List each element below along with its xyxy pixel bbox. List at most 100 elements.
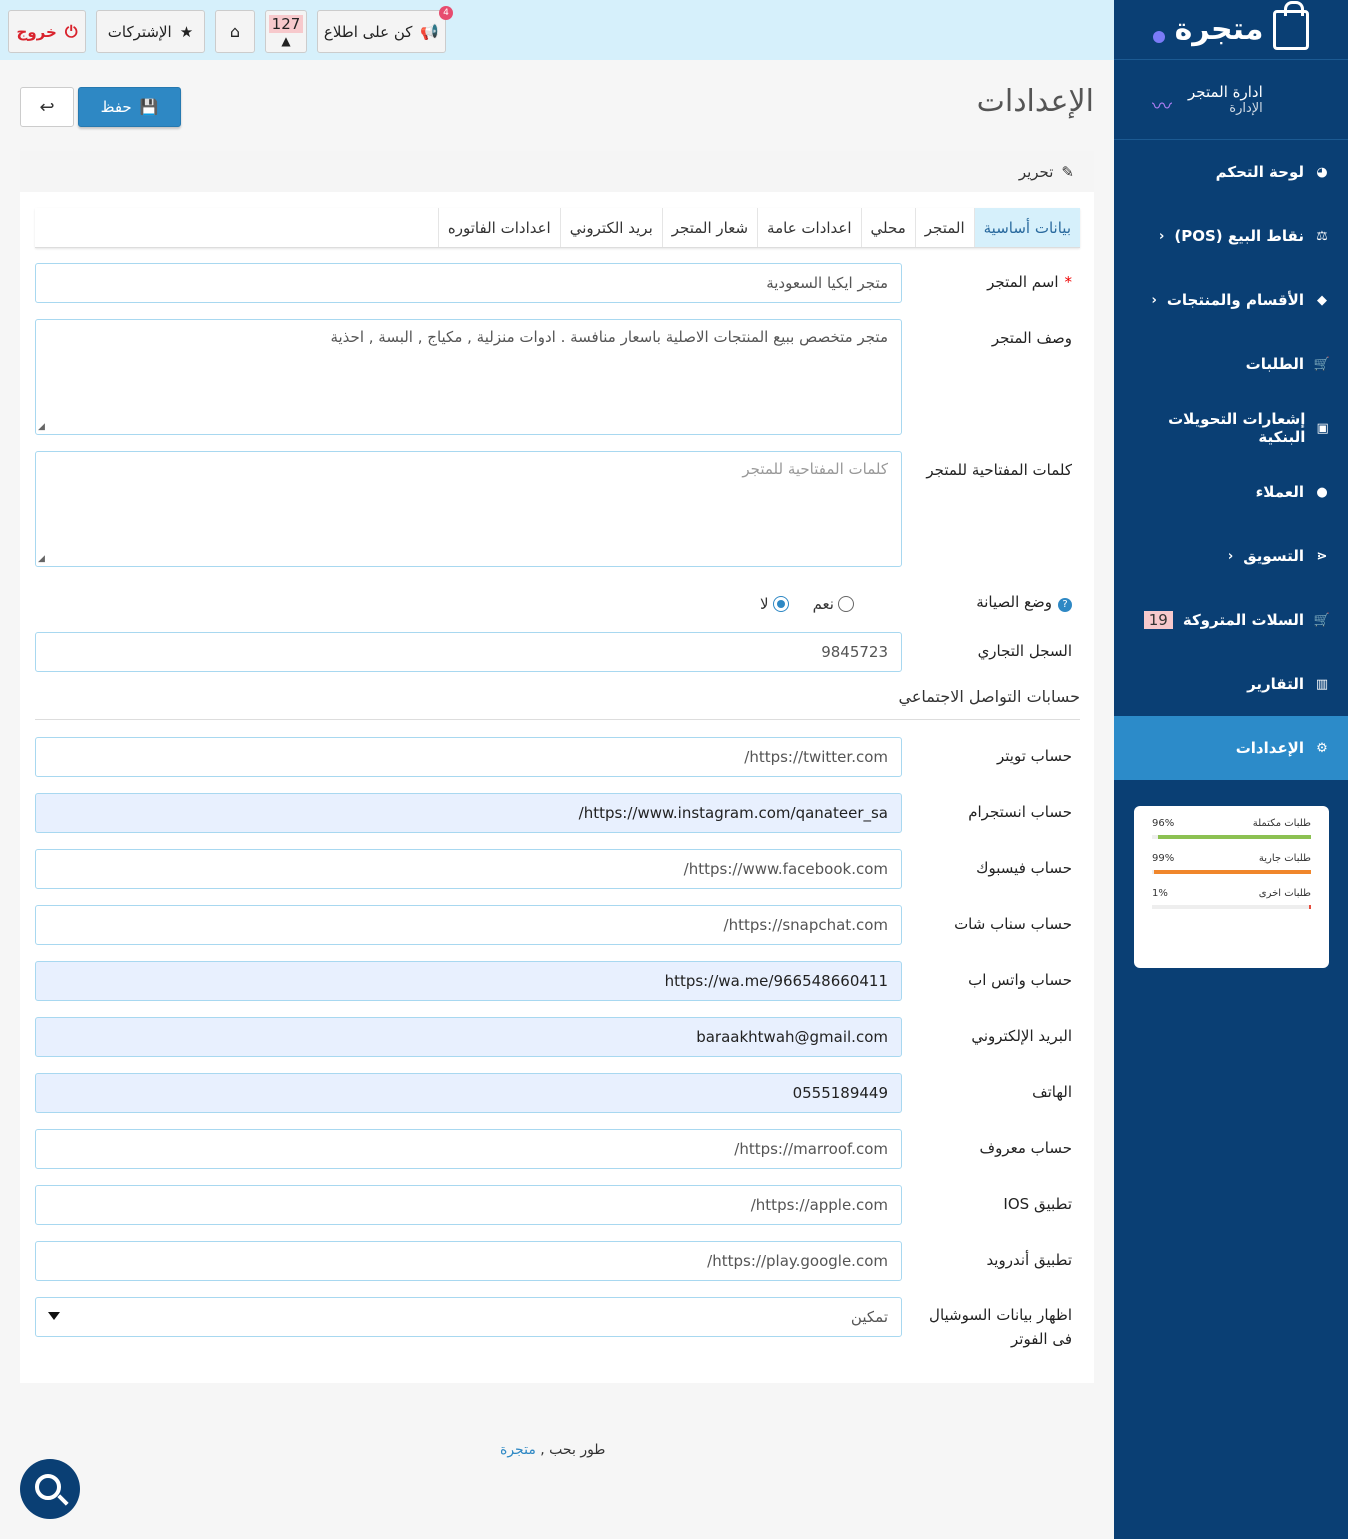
social-label: حساب تويتر bbox=[996, 747, 1072, 765]
balance-scale-icon: ⚖ bbox=[1316, 228, 1328, 244]
keywords-textarea[interactable]: كلمات المفتاحية للمتجر ◢ bbox=[35, 451, 902, 567]
store-desc-textarea[interactable]: متجر متخصص ببيع المنتجات الاصلية باسعار … bbox=[35, 319, 902, 435]
sidebar-item-4[interactable]: ▣ إشعارات التحويلات البنكية bbox=[1114, 396, 1348, 460]
order-stats: طلبات مكتملة 96% طلبات جارية 99% طلبات اخرى 1… bbox=[1134, 806, 1329, 968]
sidebar-item-2[interactable]: ◆ الأقسام والمنتجات ‹ bbox=[1114, 268, 1348, 332]
home-button[interactable]: ⌂ bbox=[215, 10, 255, 53]
social-row: حساب واتس اب https://wa.me/966548660411 bbox=[35, 961, 1080, 1001]
stat-value: 99% bbox=[1152, 853, 1175, 864]
social-input[interactable]: https://marroof.com/ bbox=[35, 1129, 902, 1169]
tab-0[interactable]: بيانات أساسية bbox=[973, 208, 1080, 247]
tab-4[interactable]: شعار المتجر bbox=[661, 208, 757, 247]
sidebar-item-label: التسويق bbox=[1243, 547, 1304, 565]
social-label: البريد الإلكتروني bbox=[971, 1027, 1072, 1045]
settings-tabs: بيانات أساسية المتجر محلي اعدادات عامة شعار … bbox=[35, 208, 1080, 248]
stay-informed-label: كن على اطلاع bbox=[323, 22, 413, 41]
social-input[interactable]: https://www.facebook.com/ bbox=[35, 849, 902, 889]
stay-informed-button[interactable]: 4 كن على اطلاع 📢 bbox=[317, 6, 453, 53]
sidebar-item-9[interactable]: ⚙ الإعدادات bbox=[1114, 716, 1348, 780]
sidebar-item-label: العملاء bbox=[1255, 483, 1304, 501]
sidebar-item-label: السلات المتروكة bbox=[1182, 611, 1304, 629]
search-fab-button[interactable] bbox=[20, 1459, 80, 1519]
subscriptions-button[interactable]: الإشتركات ★ bbox=[96, 10, 205, 53]
sidebar-item-label: التقارير bbox=[1247, 675, 1304, 693]
social-row: تطبيق IOS https://apple.com/ bbox=[35, 1185, 1080, 1225]
save-label: حفظ bbox=[100, 98, 132, 116]
sidebar-item-0[interactable]: ◕ لوحة التحكم bbox=[1114, 140, 1348, 204]
maintenance-no[interactable]: لا bbox=[760, 595, 789, 613]
social-row: حساب معروف https://marroof.com/ bbox=[35, 1129, 1080, 1169]
keywords-row: كلمات المفتاحية للمتجر كلمات المفتاحية ل… bbox=[35, 451, 1080, 567]
footer-link[interactable]: متجرة bbox=[500, 1442, 536, 1458]
radio-no-circle[interactable] bbox=[772, 596, 789, 612]
footer-text: طور بحب , bbox=[540, 1442, 606, 1458]
social-input[interactable]: https://www.instagram.com/qanateer_sa/ bbox=[35, 793, 902, 833]
social-label: تطبيق أندرويد bbox=[986, 1251, 1072, 1269]
tab-2[interactable]: محلي bbox=[860, 208, 915, 247]
social-input[interactable]: baraakhtwah@gmail.com bbox=[35, 1017, 902, 1057]
save-button[interactable]: حفظ 💾 bbox=[78, 87, 181, 127]
resize-handle-icon[interactable]: ◢ bbox=[38, 554, 45, 564]
store-admin[interactable]: ادارة المتجر الإدارة 〰 bbox=[1114, 60, 1348, 140]
megaphone-icon: 📢 bbox=[420, 22, 440, 41]
alerts-button[interactable]: 127 ▲ bbox=[265, 10, 307, 53]
sidebar-item-3[interactable]: 🛒 الطلبات bbox=[1114, 332, 1348, 396]
sidebar-item-1[interactable]: ⚖ نقاط البيع (POS) ‹ bbox=[1114, 204, 1348, 268]
brand[interactable]: متجرة bbox=[1114, 0, 1348, 60]
social-row: البريد الإلكتروني baraakhtwah@gmail.com bbox=[35, 1017, 1080, 1057]
social-input[interactable]: https://play.google.com/ bbox=[35, 1241, 902, 1281]
social-input[interactable]: https://twitter.com/ bbox=[35, 737, 902, 777]
tab-5[interactable]: بريد الكتروني bbox=[559, 208, 662, 247]
power-icon: ⏻ bbox=[64, 21, 78, 41]
cr-input[interactable]: 9845723 bbox=[35, 632, 902, 672]
stat-item: طلبات جارية 99% bbox=[1152, 853, 1311, 874]
social-row: حساب سناب شات https://snapchat.com/ bbox=[35, 905, 1080, 945]
social-row: حساب فيسبوك https://www.facebook.com/ bbox=[35, 849, 1080, 889]
social-input[interactable]: https://snapchat.com/ bbox=[35, 905, 902, 945]
store-subtitle: الإدارة bbox=[1229, 101, 1263, 116]
reply-icon: ↩ bbox=[39, 96, 55, 118]
stat-progress-fill bbox=[1309, 905, 1311, 909]
sidebar-item-5[interactable]: ● العملاء bbox=[1114, 460, 1348, 524]
user-icon: ● bbox=[1316, 484, 1328, 500]
stat-progress-bar bbox=[1152, 905, 1311, 909]
gear-icon: ⚙ bbox=[1316, 740, 1328, 756]
floppy-icon: 💾 bbox=[139, 98, 159, 116]
cart-icon: 🛒 bbox=[1313, 356, 1330, 372]
stat-progress-fill bbox=[1158, 835, 1311, 839]
store-name-input[interactable]: متجر ايكيا السعودية bbox=[35, 263, 902, 303]
stat-value: 1% bbox=[1152, 888, 1168, 899]
maintenance-row: ?وضع الصيانة bbox=[35, 583, 1080, 623]
sidebar-item-8[interactable]: ▥ التقارير bbox=[1114, 652, 1348, 716]
logout-button[interactable]: خروج ⏻ bbox=[8, 10, 86, 53]
social-row: حساب انستجرام https://www.instagram.com/q… bbox=[35, 793, 1080, 833]
caret-down-icon bbox=[48, 1312, 60, 1320]
sidebar-item-7[interactable]: 🛒 السلات المتروكة 19 bbox=[1114, 588, 1348, 652]
social-label: حساب انستجرام bbox=[968, 803, 1072, 821]
social-label: حساب واتس اب bbox=[968, 971, 1072, 989]
alerts-count-badge: 127 bbox=[269, 15, 303, 33]
stat-item: طلبات مكتملة 96% bbox=[1152, 818, 1311, 839]
social-input[interactable]: https://apple.com/ bbox=[35, 1185, 902, 1225]
panel-header: تحرير ✎ bbox=[20, 151, 1094, 192]
help-icon[interactable]: ? bbox=[1058, 598, 1072, 612]
tab-3[interactable]: اعدادات عامة bbox=[757, 208, 861, 247]
page-title: الإعدادات bbox=[976, 84, 1094, 119]
social-input[interactable]: 0555189449 bbox=[35, 1073, 902, 1113]
shopping-bag-icon bbox=[1273, 0, 1310, 50]
store-name-label: *اسم المتجر bbox=[987, 273, 1072, 291]
social-input[interactable]: https://wa.me/966548660411 bbox=[35, 961, 902, 1001]
footer-social-select[interactable]: تمكين bbox=[35, 1297, 902, 1337]
resize-handle-icon[interactable]: ◢ bbox=[38, 422, 45, 432]
sidebar-item-6[interactable]: ⋖ التسويق ‹ bbox=[1114, 524, 1348, 588]
social-label: تطبيق IOS bbox=[1003, 1195, 1072, 1213]
store-name-row: *اسم المتجر متجر ايكيا السعودية bbox=[35, 263, 1080, 303]
radio-yes-circle[interactable] bbox=[837, 596, 854, 612]
tab-6[interactable]: اعدادات الفاتوره bbox=[437, 208, 560, 247]
keywords-placeholder: كلمات المفتاحية للمتجر bbox=[742, 460, 888, 478]
tab-1[interactable]: المتجر bbox=[914, 208, 974, 247]
back-button[interactable]: ↩ bbox=[20, 87, 74, 127]
maintenance-yes[interactable]: نعم bbox=[813, 595, 854, 613]
maintenance-label: ?وضع الصيانة bbox=[907, 593, 1072, 612]
stat-progress-bar bbox=[1152, 870, 1311, 874]
